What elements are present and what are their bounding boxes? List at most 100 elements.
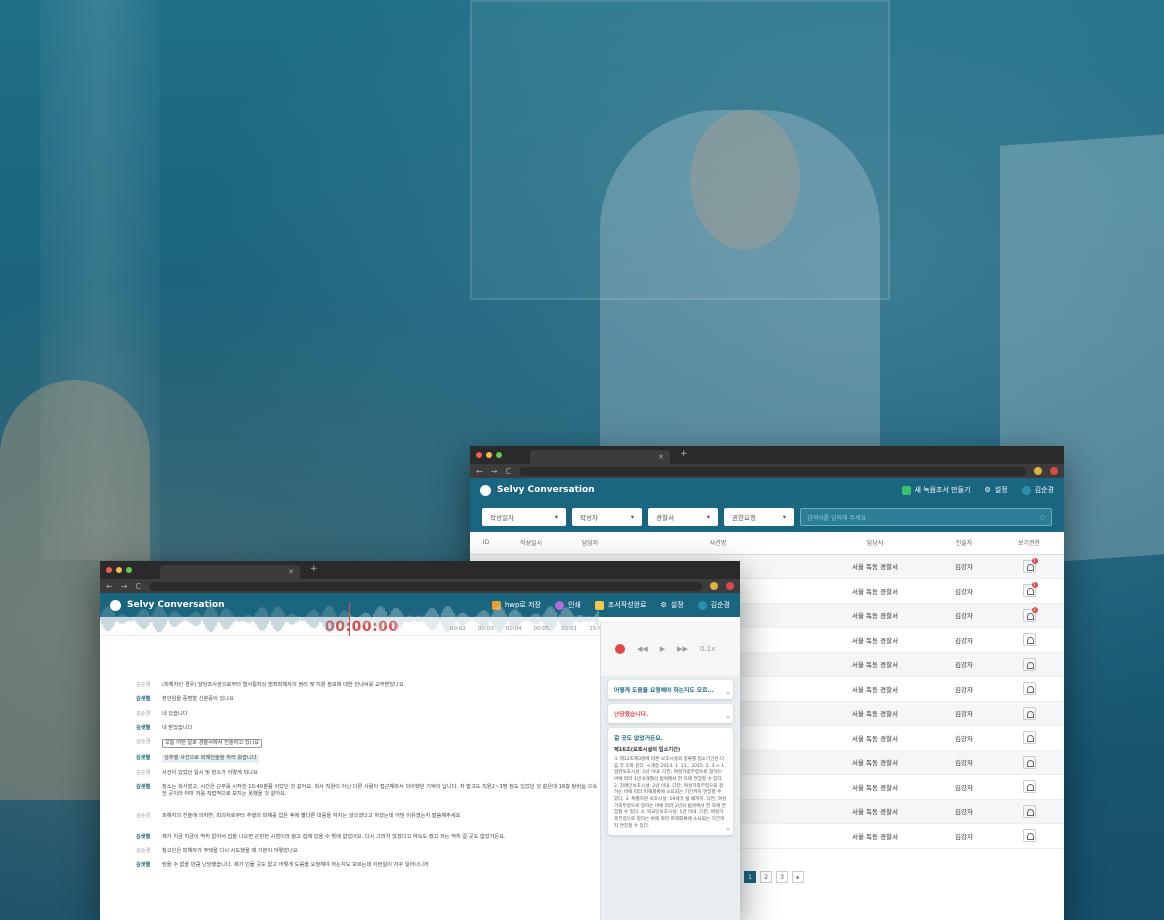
reference-card[interactable]: 갈 곳도 없었거든요. 제16조(보호시설의 입소기간) ① 제12조제3항에 따른… xyxy=(608,728,733,836)
transcript-line[interactable]: 김순경 오늘 어떤 일로 경찰서에서 진술하고 있나요 xyxy=(136,739,600,749)
utterance-text[interactable]: (피해자인 경우) 담당조사관으로부터 형사절차상 범죄피해자의 권리 및 지원… xyxy=(162,682,404,689)
filter-author-select[interactable]: 작성자 ▾ xyxy=(572,508,642,526)
chevron-down-icon: ▾ xyxy=(630,513,634,521)
permission-icon[interactable] xyxy=(1022,804,1036,818)
transcript-line[interactable]: 김순경 네 있습니다 xyxy=(136,711,600,718)
reference-card[interactable]: 난당했습니다. ✕ xyxy=(608,704,733,723)
app-header: Selvy Conversation 새 녹음조서 만들기 ⚙ 설정 김순경 xyxy=(470,478,1064,502)
minimize-dot[interactable] xyxy=(116,567,122,573)
permission-icon[interactable] xyxy=(1022,780,1036,794)
column-header[interactable]: 담당서 xyxy=(816,532,934,555)
table-cell: 김강자 xyxy=(934,799,994,824)
utterance-text[interactable]: 본인임을 증명할 신분증이 있나요 xyxy=(162,696,234,703)
complete-record-button[interactable]: 조서작성완료 xyxy=(594,600,647,610)
column-header[interactable]: 담당자 xyxy=(560,532,620,555)
column-header[interactable]: ID xyxy=(470,532,502,555)
utterance-text[interactable]: 네 있습니다 xyxy=(162,711,188,718)
browser-tab[interactable]: ✕ xyxy=(160,565,300,579)
page-button[interactable]: 2 xyxy=(760,871,772,883)
column-header[interactable]: 보기권한 xyxy=(994,532,1064,555)
new-record-button[interactable]: 새 녹음조서 만들기 xyxy=(901,485,971,495)
settings-button[interactable]: ⚙ 설정 xyxy=(661,600,684,610)
utterance-text[interactable]: 제가 지금 지금이 딱히 없어서 집을 나오면 곤란한 시점이라 참고 집에 있… xyxy=(162,834,506,841)
close-icon[interactable]: ✕ xyxy=(726,691,730,697)
audio-waveform[interactable] xyxy=(100,602,600,636)
permission-icon[interactable]: 1 xyxy=(1022,582,1038,598)
page-button[interactable]: 1 xyxy=(744,871,756,883)
new-tab-icon[interactable]: + xyxy=(310,564,318,574)
extension-icon[interactable] xyxy=(1034,467,1042,475)
transcript-line[interactable]: 김샛별 성추행 사건으로 피해진술을 하러 왔습니다 xyxy=(136,755,600,763)
browser-tab[interactable]: ✕ xyxy=(530,450,670,464)
forward-icon[interactable]: → xyxy=(121,582,128,591)
column-header[interactable]: 작성일시 xyxy=(502,532,560,555)
transcript-line[interactable]: 김순경 (피해자인 경우) 담당조사관으로부터 형사절차상 범죄피해자의 권리 및… xyxy=(136,682,600,689)
filter-permission-select[interactable]: 권한요청 ▾ xyxy=(724,508,794,526)
utterance-text[interactable]: 피해자의 진술에 의하면, 피의자로부터 추행의 피해를 입은 후에 별다른 대… xyxy=(162,813,460,820)
play-icon[interactable]: ▶ xyxy=(660,645,665,653)
permission-icon[interactable] xyxy=(1022,682,1036,696)
extension-icon[interactable] xyxy=(710,582,718,590)
new-tab-icon[interactable]: + xyxy=(680,449,688,459)
user-menu[interactable]: 김순경 xyxy=(1021,485,1054,495)
next-page-button[interactable]: ▸ xyxy=(792,871,804,883)
close-icon[interactable]: ✕ xyxy=(726,827,730,833)
permission-icon[interactable]: 2 xyxy=(1022,606,1038,622)
fast-forward-icon[interactable]: ▶▶ xyxy=(677,645,688,653)
utterance-text[interactable]: 네 받았습니다 xyxy=(162,725,192,732)
transcript-line[interactable]: 김샛별 믿을 수 없을 만큼 난당했습니다. 제가 인들 곳도 없고 어떻게 도움… xyxy=(136,862,600,869)
utterance-text[interactable]: 오늘 어떤 일로 경찰서에서 진술하고 있나요 xyxy=(162,739,263,749)
user-menu[interactable]: 김순경 xyxy=(697,600,730,610)
column-header[interactable]: 사건명 xyxy=(620,532,816,555)
back-icon[interactable]: ← xyxy=(476,467,483,476)
transcript-line[interactable]: 김순경 피해자의 진술에 의하면, 피의자로부터 추행의 피해를 입은 후에 별다… xyxy=(136,813,600,820)
utterance-text[interactable]: 성추행 사건으로 피해진술을 하러 왔습니다 xyxy=(162,755,259,763)
page-button[interactable]: 3 xyxy=(776,871,788,883)
column-header[interactable]: 진술자 xyxy=(934,532,994,555)
transcript-line[interactable]: 김샛별 네 받았습니다 xyxy=(136,725,600,732)
transcript-line[interactable]: 김순경 참고인은 피해자가 주택을 다시 시도했을 때 기분이 어떻았나요 xyxy=(136,848,600,855)
close-dot[interactable] xyxy=(476,452,482,458)
table-cell: 서울 독동 경찰서 xyxy=(816,823,934,849)
url-field[interactable] xyxy=(519,466,1026,476)
utterance-text[interactable]: 참고인은 피해자가 주택을 다시 시도했을 때 기분이 어떻았나요 xyxy=(162,848,298,855)
permission-icon[interactable] xyxy=(1022,755,1036,769)
search-icon[interactable]: ○ xyxy=(1040,514,1045,521)
minimize-dot[interactable] xyxy=(486,452,492,458)
filter-date-select[interactable]: 작성일자 ▾ xyxy=(482,508,566,526)
maximize-dot[interactable] xyxy=(126,567,132,573)
utterance-text[interactable]: 장소는 회사였고, 시간은 근무를 시작한 10:40분쯤 이었던 것 같아요.… xyxy=(162,784,600,799)
transcript-panel[interactable]: 김순경 (피해자인 경우) 담당조사관으로부터 형사절차상 범죄피해자의 권리 및… xyxy=(100,676,600,920)
utterance-text[interactable]: 사건이 있었던 일시 및 장소가 어떻게 되나요 xyxy=(162,770,258,777)
permission-icon[interactable] xyxy=(1022,657,1036,671)
transcript-line[interactable]: 김샛별 장소는 회사였고, 시간은 근무를 시작한 10:40분쯤 이었던 것 같… xyxy=(136,784,600,799)
forward-icon[interactable]: → xyxy=(491,467,498,476)
utterance-text[interactable]: 믿을 수 없을 만큼 난당했습니다. 제가 인들 곳도 없고 어떻게 도움을 요… xyxy=(162,862,429,869)
permission-icon[interactable] xyxy=(1022,731,1036,745)
reload-icon[interactable]: C xyxy=(135,582,141,591)
profile-icon[interactable] xyxy=(726,582,734,590)
transcript-line[interactable]: 김샛별 제가 지금 지금이 딱히 없어서 집을 나오면 곤란한 시점이라 참고 집… xyxy=(136,834,600,841)
playhead[interactable] xyxy=(349,602,350,636)
url-field[interactable] xyxy=(149,581,702,591)
permission-icon[interactable] xyxy=(1022,633,1036,647)
filter-station-select[interactable]: 경찰서 ▾ xyxy=(648,508,718,526)
record-button[interactable] xyxy=(615,644,625,654)
permission-icon[interactable]: 1 xyxy=(1022,557,1038,573)
close-icon[interactable]: ✕ xyxy=(726,715,730,721)
reference-card[interactable]: 어떻게 도움을 요청해야 하는지도 모르... ✕ xyxy=(608,680,733,699)
settings-button[interactable]: ⚙ 설정 xyxy=(985,485,1008,495)
card-subtitle: 제16조(보호시설의 입소기간) xyxy=(614,747,681,753)
profile-icon[interactable] xyxy=(1050,467,1058,475)
close-dot[interactable] xyxy=(106,567,112,573)
back-icon[interactable]: ← xyxy=(106,582,113,591)
transcript-line[interactable]: 김샛별 본인임을 증명할 신분증이 있나요 xyxy=(136,696,600,703)
transcript-line[interactable]: 김순경 사건이 있었던 일시 및 장소가 어떻게 되나요 xyxy=(136,770,600,777)
permission-icon[interactable] xyxy=(1022,706,1036,720)
search-input[interactable]: 검색어를 입력해 주세요 ○ xyxy=(800,508,1052,526)
rewind-icon[interactable]: ◀◀ xyxy=(637,645,648,653)
permission-icon[interactable] xyxy=(1022,829,1036,843)
speed-select[interactable]: 0.1x xyxy=(700,645,715,653)
reload-icon[interactable]: C xyxy=(505,467,511,476)
maximize-dot[interactable] xyxy=(496,452,502,458)
